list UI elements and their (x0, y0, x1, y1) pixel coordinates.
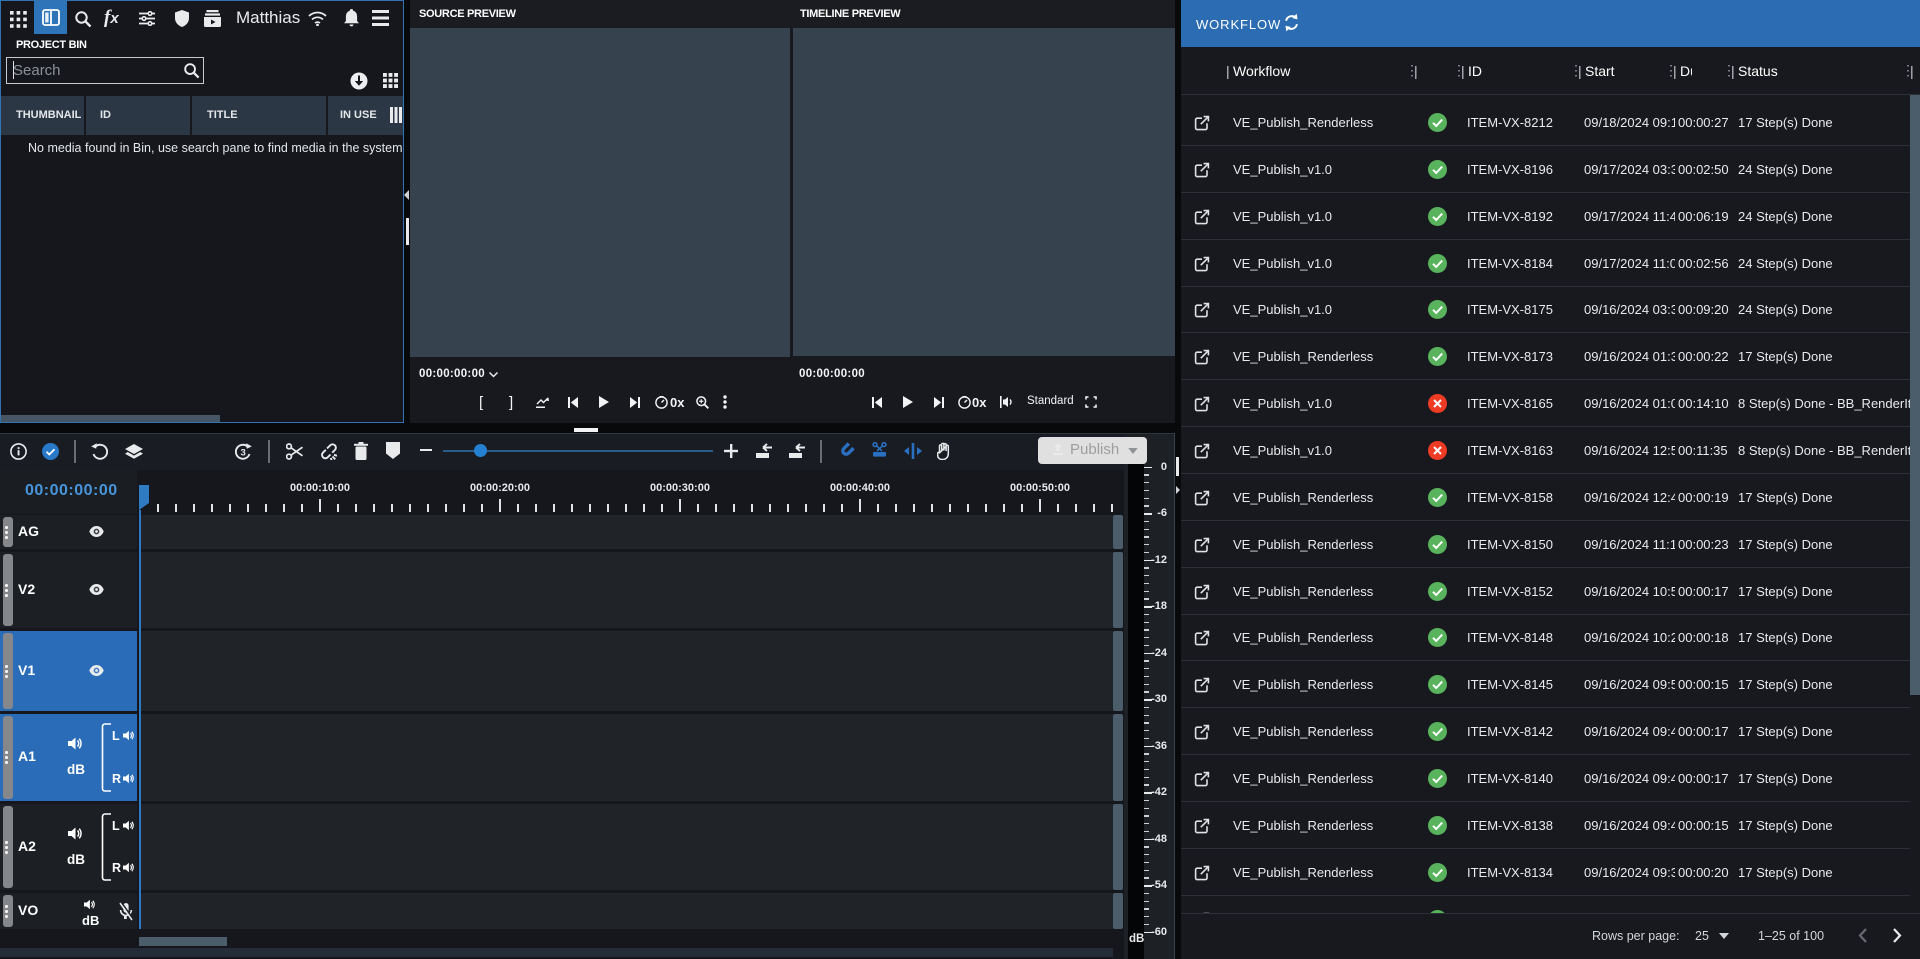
svg-text:3: 3 (241, 448, 246, 459)
